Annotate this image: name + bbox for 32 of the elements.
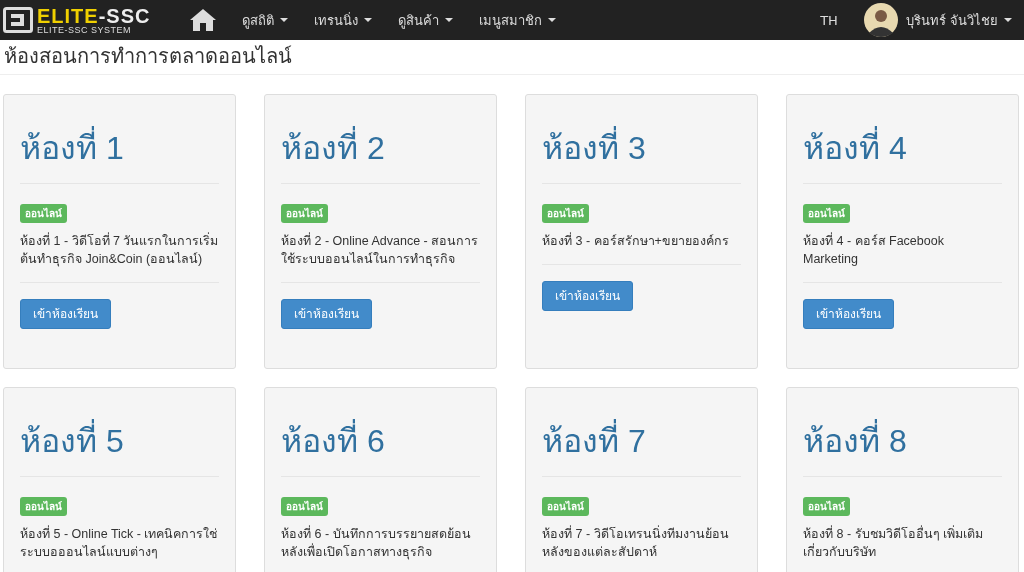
enter-room-button[interactable]: เข้าห้องเรียน: [803, 299, 894, 329]
room-description: ห้องที่ 7 - วิดีโอเทรนนิ่งทีมงานย้อนหลังของแต่ละสัปดาห์: [542, 525, 730, 561]
menu-item[interactable]: ดูสินค้า: [385, 9, 466, 31]
room-description: ห้องที่ 6 - บันทึกการบรรยายสดย้อนหลังเพื่อเปิดโอกาสทางธุรกิจ: [281, 525, 472, 561]
language-link[interactable]: TH: [820, 12, 838, 28]
avatar-icon[interactable]: [863, 3, 898, 37]
menu-item[interactable]: เมนูสมาชิก: [466, 9, 569, 31]
logo-name[interactable]: ELITE-SSC: [37, 5, 151, 26]
room-description: ห้องที่ 3 - คอร์สรักษา+ขยายองค์กร: [542, 232, 729, 250]
home-icon[interactable]: [189, 8, 217, 32]
room-description: ห้องที่ 8 - รับชมวิดีโออื่นๆ เพิ่มเติมเกี่ยวกับบริษัท: [803, 525, 984, 561]
room-description: ห้องที่ 5 - Online Tick - เทคนิคการใช่ระบบอออนไลน์แบบต่างๆ: [20, 525, 219, 561]
status-badge: ออนไลน์: [281, 204, 328, 223]
enter-room-button[interactable]: เข้าห้องเรียน: [281, 299, 372, 329]
enter-room-button[interactable]: เข้าห้องเรียน: [542, 281, 633, 311]
status-badge: ออนไลน์: [803, 497, 850, 516]
status-badge: ออนไลน์: [20, 204, 67, 223]
logo-tagline: ELITE-SSC SYSTEM: [37, 25, 133, 35]
status-badge: ออนไลน์: [803, 204, 850, 223]
user-menu[interactable]: บุรินทร์ จันวิไชย: [905, 9, 1012, 31]
room-description: ห้องที่ 2 - Online Advance - สอนการใช้ระบบออนไลน์ในการทำธุรกิจ: [281, 232, 480, 268]
room-description: ห้องที่ 4 - คอร์ส Facebook Marketing: [803, 232, 945, 268]
status-badge: ออนไลน์: [281, 497, 328, 516]
menu-item[interactable]: เทรนนิ่ง: [301, 9, 385, 31]
menu-item[interactable]: ดูสถิติ: [229, 9, 301, 31]
enter-room-button[interactable]: เข้าห้องเรียน: [20, 299, 111, 329]
logo-icon[interactable]: [3, 7, 33, 33]
status-badge: ออนไลน์: [20, 497, 67, 516]
room-description: ห้องที่ 1 - วิดีโอที่ 7 วันแรกในการเริ่มต้นทำธุรกิจ Join&Coin (ออนไลน์): [20, 232, 219, 268]
page-title: ห้องสอนการทำการตลาดออนไลน์: [3, 44, 293, 69]
status-badge: ออนไลน์: [542, 497, 589, 516]
status-badge: ออนไลน์: [542, 204, 589, 223]
